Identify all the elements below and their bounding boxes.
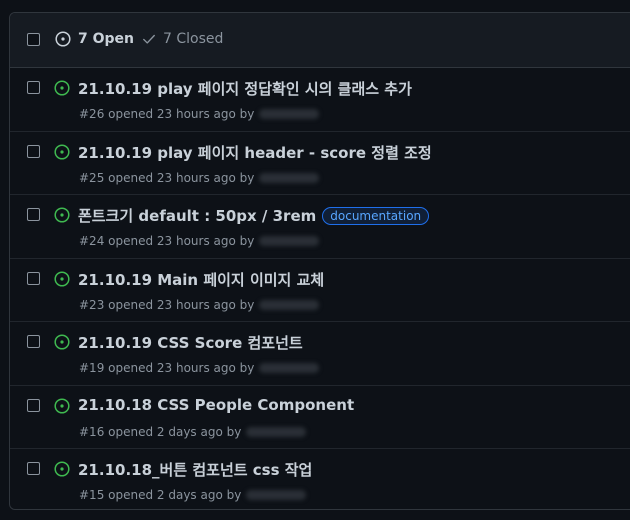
- issue-meta: #24 opened 23 hours ago by: [79, 234, 320, 248]
- issues-list: 21.10.19 play 페이지 정답확인 시의 클래스 추가 #26 ope…: [10, 68, 630, 509]
- issue-checkbox[interactable]: [27, 398, 40, 412]
- issues-list-box: 7 Open 7 Closed 21.10.19 play 페이지 정답확인 시…: [9, 12, 630, 510]
- issue-checkbox[interactable]: [27, 81, 40, 94]
- issue-row: 폰트크기 default : 50px / 3rem documentation…: [10, 195, 630, 259]
- issue-opened-icon: [54, 334, 70, 350]
- issue-checkbox[interactable]: [27, 462, 40, 475]
- issue-row: 21.10.18_버튼 컴포넌트 css 작업 #15 opened 2 day…: [10, 449, 630, 509]
- issue-row: 21.10.19 play 페이지 header - score 정렬 조정 #…: [10, 132, 630, 195]
- issue-title-link[interactable]: 21.10.19 CSS Score 컴포넌트: [78, 332, 303, 353]
- issue-meta: #16 opened 2 days ago by: [79, 424, 307, 439]
- author-redacted: [246, 490, 307, 500]
- issue-meta: #19 opened 23 hours ago by: [79, 361, 320, 375]
- issue-title-link[interactable]: 21.10.19 Main 페이지 이미지 교체: [78, 269, 324, 290]
- open-issues-label: 7 Open: [78, 31, 134, 47]
- author-redacted: [259, 363, 320, 373]
- issue-row: 21.10.18 CSS People Component #16 opened…: [10, 386, 630, 449]
- issue-opened-icon: [54, 80, 70, 96]
- issue-meta: #26 opened 23 hours ago by: [79, 107, 320, 121]
- issue-title-link[interactable]: 21.10.19 play 페이지 header - score 정렬 조정: [78, 142, 432, 163]
- issues-list-header: 7 Open 7 Closed: [10, 13, 630, 68]
- issue-meta-text: #15 opened 2 days ago by: [79, 488, 242, 502]
- issue-opened-icon: [54, 461, 70, 477]
- author-redacted: [246, 426, 307, 437]
- closed-issues-label: 7 Closed: [163, 31, 224, 47]
- issue-meta: #15 opened 2 days ago by: [79, 488, 307, 502]
- issue-meta-text: #25 opened 23 hours ago by: [79, 170, 255, 185]
- issue-row: 21.10.19 CSS Score 컴포넌트 #19 opened 23 ho…: [10, 322, 630, 386]
- documentation-label[interactable]: documentation: [322, 206, 430, 225]
- issue-title-link[interactable]: 폰트크기 default : 50px / 3rem: [78, 205, 316, 226]
- check-icon: [143, 34, 155, 44]
- issue-opened-icon: [54, 397, 70, 414]
- issue-meta: #25 opened 23 hours ago by: [79, 170, 320, 185]
- closed-issues-tab[interactable]: 7 Closed: [142, 31, 223, 47]
- issue-meta-text: #16 opened 2 days ago by: [79, 424, 242, 439]
- issue-opened-icon: [54, 207, 70, 223]
- author-redacted: [259, 236, 320, 246]
- issue-row: 21.10.19 play 페이지 정답확인 시의 클래스 추가 #26 ope…: [10, 68, 630, 132]
- issue-row: 21.10.19 Main 페이지 이미지 교체 #23 opened 23 h…: [10, 259, 630, 322]
- issue-meta-text: #19 opened 23 hours ago by: [79, 361, 255, 375]
- issue-checkbox[interactable]: [27, 208, 40, 221]
- issue-checkbox[interactable]: [27, 271, 40, 285]
- issue-title-link[interactable]: 21.10.19 play 페이지 정답확인 시의 클래스 추가: [78, 78, 412, 99]
- open-issues-tab[interactable]: 7 Open: [55, 31, 134, 47]
- issue-opened-icon: [55, 31, 71, 47]
- issue-title-link[interactable]: 21.10.18_버튼 컴포넌트 css 작업: [78, 459, 312, 480]
- issue-meta-text: #24 opened 23 hours ago by: [79, 234, 255, 248]
- issue-meta-text: #23 opened 23 hours ago by: [79, 297, 255, 312]
- issue-checkbox[interactable]: [27, 335, 40, 348]
- author-redacted: [259, 109, 320, 119]
- issue-checkbox[interactable]: [27, 144, 40, 158]
- issue-opened-icon: [54, 143, 70, 160]
- author-redacted: [259, 172, 320, 183]
- issue-title-link[interactable]: 21.10.18 CSS People Component: [78, 396, 354, 414]
- author-redacted: [259, 299, 320, 310]
- select-all-checkbox[interactable]: [27, 33, 40, 46]
- issue-meta: #23 opened 23 hours ago by: [79, 297, 320, 312]
- issue-meta-text: #26 opened 23 hours ago by: [79, 107, 255, 121]
- issue-opened-icon: [54, 270, 70, 287]
